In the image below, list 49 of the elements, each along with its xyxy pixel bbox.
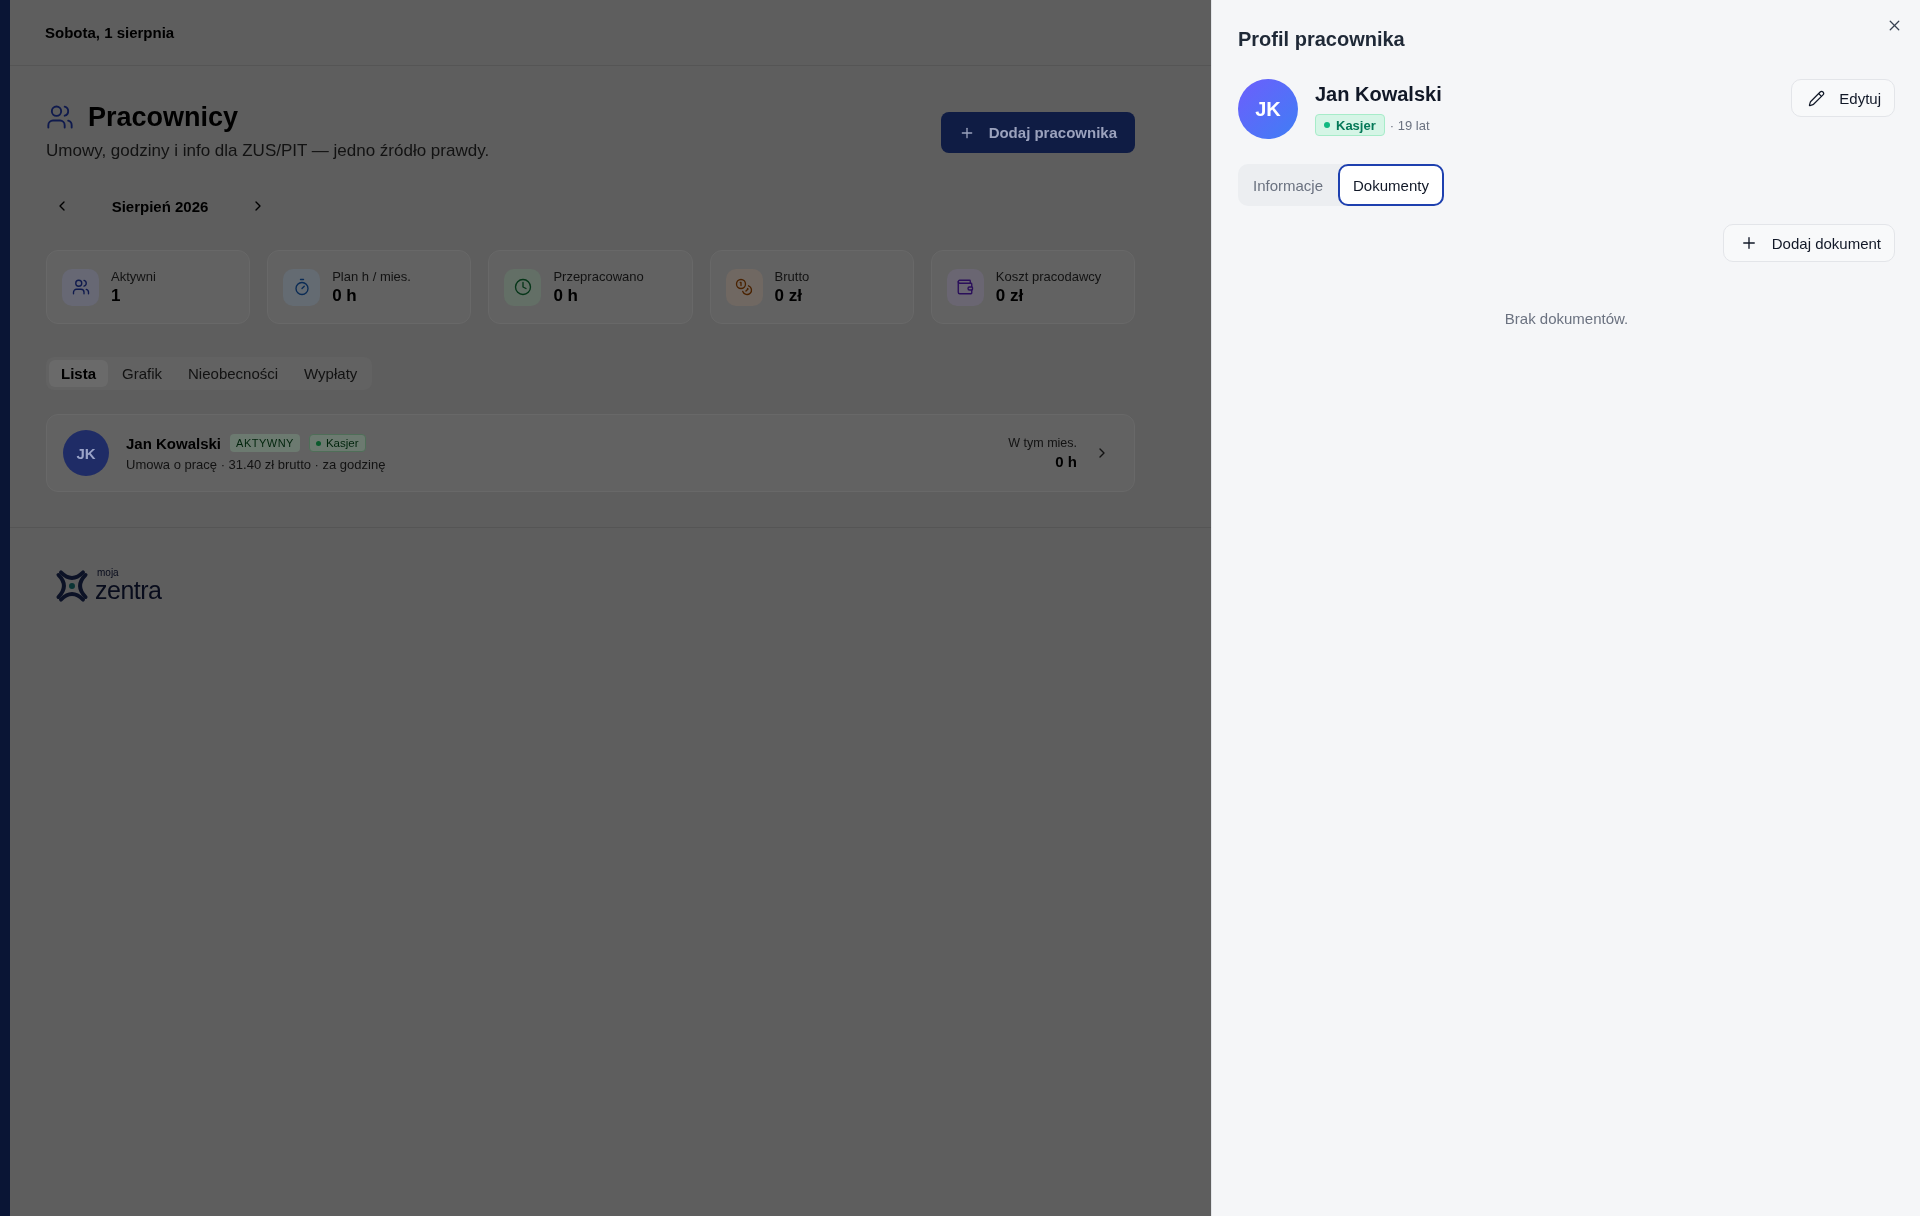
people-icon <box>62 268 99 306</box>
view-tab[interactable]: Nieobecności <box>176 360 291 387</box>
logo-mark-icon <box>55 568 89 603</box>
stat-label: Brutto <box>774 268 810 284</box>
month-label: Sierpień 2026 <box>111 197 209 215</box>
clock-icon <box>504 268 542 306</box>
wallet-icon <box>946 268 984 306</box>
stat-value: 0 h <box>553 285 579 306</box>
empty-state-text: Brak dokumentów. <box>1503 309 1630 329</box>
stat-value: 0 zł <box>995 285 1025 306</box>
employee-details: Umowa o pracę · 31.40 zł brutto · za godzinę <box>126 457 387 472</box>
stat-value: 0 zł <box>774 285 803 306</box>
month-hours-value: 0 h <box>1055 453 1077 470</box>
employee-name: Jan Kowalski <box>1315 82 1442 106</box>
add-document-button[interactable]: Dodaj dokument <box>1722 224 1895 262</box>
view-tab[interactable]: Wypłaty <box>292 360 370 387</box>
view-tab[interactable]: Grafik <box>110 360 175 387</box>
date-label: Sobota, 1 sierpnia <box>45 24 175 41</box>
month-hours-label: W tym mies. <box>1008 436 1077 450</box>
stat-value: 1 <box>111 285 122 306</box>
people-icon <box>46 103 74 131</box>
status-dot-icon <box>315 440 321 446</box>
drawer-title: Profil pracownika <box>1238 27 1405 51</box>
status-dot-icon <box>1324 122 1330 128</box>
page-subtitle: Umowy, godziny i info dla ZUS/PIT — jedno źródło prawdy. <box>46 140 490 162</box>
role-label: Kasjer <box>1336 117 1376 133</box>
stat-label: Przepracowano <box>553 268 644 284</box>
stat-value: 0 h <box>332 285 358 306</box>
avatar: JK <box>1238 79 1298 139</box>
edit-button[interactable]: Edytuj <box>1791 79 1895 117</box>
logo-small-text: moja <box>97 568 120 578</box>
view-tab[interactable]: Lista <box>49 360 108 387</box>
avatar: JK <box>63 430 109 476</box>
coins-icon <box>725 268 763 306</box>
stat-label: Aktywni <box>111 268 156 284</box>
page-title: Pracownicy <box>88 101 239 134</box>
logo-text: zentra <box>95 578 162 603</box>
stat-label: Plan h / mies. <box>332 268 411 284</box>
profile-tab[interactable]: Informacje <box>1238 164 1339 206</box>
stat-label: Koszt pracodawcy <box>995 268 1102 284</box>
role-label: Kasjer <box>325 437 359 449</box>
stopwatch-icon <box>283 268 321 306</box>
employee-name: Jan Kowalski <box>126 434 222 452</box>
pencil-icon <box>1808 89 1826 107</box>
profile-tab[interactable]: Dokumenty <box>1338 164 1444 206</box>
age-label: · 19 lat <box>1389 117 1430 133</box>
add-employee-button[interactable]: Dodaj pracownika <box>940 112 1135 153</box>
employee-row[interactable]: JK Jan Kowalski AKTYWNY Kasjer Umowa o pracę · 31.40 zł brutto · za godzinę W tym mies. 0 h <box>46 414 1135 492</box>
status-badge: AKTYWNY <box>230 434 300 452</box>
